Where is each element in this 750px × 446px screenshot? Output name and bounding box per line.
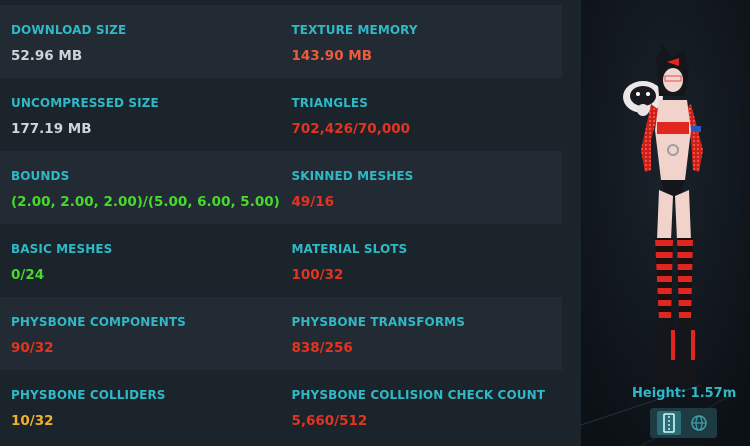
stat-uncompressed-size: UNCOMPRESSED SIZE 177.19 MB xyxy=(0,78,282,151)
stats-row: PHYSBONE COMPONENTS 90/32 PHYSBONE TRANS… xyxy=(0,297,562,370)
preview-button-bar xyxy=(650,408,717,438)
stat-value: 49/16 xyxy=(291,194,335,210)
stat-label: UNCOMPRESSED SIZE xyxy=(11,96,159,110)
stat-label: TEXTURE MEMORY xyxy=(291,23,418,37)
stat-value: 0/24 xyxy=(11,267,45,283)
stat-label: PHYSBONE COLLIDERS xyxy=(11,388,166,402)
stat-label: SKINNED MESHES xyxy=(291,169,414,183)
stat-physbone-components: PHYSBONE COMPONENTS 90/32 xyxy=(0,297,282,370)
zipper-icon xyxy=(663,413,675,433)
stat-value: 838/256 xyxy=(291,340,353,356)
stat-value: 5,660/512 xyxy=(291,413,368,429)
stats-row: DOWNLOAD SIZE 52.96 MB TEXTURE MEMORY 14… xyxy=(0,5,562,78)
stat-basic-meshes: BASIC MESHES 0/24 xyxy=(0,224,282,297)
stat-texture-memory: TEXTURE MEMORY 143.90 MB xyxy=(282,5,563,78)
stats-row: BASIC MESHES 0/24 MATERIAL SLOTS 100/32 xyxy=(0,224,562,297)
stat-download-size: DOWNLOAD SIZE 52.96 MB xyxy=(0,5,282,78)
stat-triangles: TRIANGLES 702,426/70,000 xyxy=(282,78,563,151)
stat-value: 143.90 MB xyxy=(291,48,373,64)
stats-row: UNCOMPRESSED SIZE 177.19 MB TRIANGLES 70… xyxy=(0,78,562,151)
stats-row: PHYSBONE COLLIDERS 10/32 PHYSBONE COLLIS… xyxy=(0,370,562,443)
stat-physbone-transforms: PHYSBONE TRANSFORMS 838/256 xyxy=(282,297,563,370)
stat-value: 702,426/70,000 xyxy=(291,121,411,137)
avatar-figure xyxy=(581,0,750,446)
stat-physbone-collision-check-count: PHYSBONE COLLISION CHECK COUNT 5,660/512 xyxy=(282,370,563,443)
stat-value: (2.00, 2.00, 2.00)/(5.00, 6.00, 5.00) xyxy=(11,194,280,210)
stat-material-slots: MATERIAL SLOTS 100/32 xyxy=(282,224,563,297)
globe-icon xyxy=(691,415,707,431)
avatar-height-label: Height: 1.57m xyxy=(632,386,737,401)
stat-skinned-meshes: SKINNED MESHES 49/16 xyxy=(282,151,563,224)
stat-physbone-colliders: PHYSBONE COLLIDERS 10/32 xyxy=(0,370,282,443)
globe-button[interactable] xyxy=(687,411,711,435)
zipper-button[interactable] xyxy=(657,411,681,435)
avatar-preview[interactable] xyxy=(581,0,750,446)
stat-label: DOWNLOAD SIZE xyxy=(11,23,127,37)
stat-label: PHYSBONE COMPONENTS xyxy=(11,315,186,329)
stat-bounds: BOUNDS (2.00, 2.00, 2.00)/(5.00, 6.00, 5… xyxy=(0,151,282,224)
stat-label: BASIC MESHES xyxy=(11,242,113,256)
stat-label: TRIANGLES xyxy=(291,96,368,110)
stat-label: BOUNDS xyxy=(11,169,70,183)
stat-value: 90/32 xyxy=(11,340,54,356)
stat-value: 10/32 xyxy=(11,413,54,429)
stat-value: 52.96 MB xyxy=(11,48,83,64)
stat-label: PHYSBONE COLLISION CHECK COUNT xyxy=(291,388,546,402)
stats-row: BOUNDS (2.00, 2.00, 2.00)/(5.00, 6.00, 5… xyxy=(0,151,562,224)
stat-label: MATERIAL SLOTS xyxy=(291,242,408,256)
stat-value: 100/32 xyxy=(291,267,344,283)
performance-stats-panel: DOWNLOAD SIZE 52.96 MB TEXTURE MEMORY 14… xyxy=(0,5,562,443)
stat-value: 177.19 MB xyxy=(11,121,92,137)
stat-label: PHYSBONE TRANSFORMS xyxy=(291,315,465,329)
